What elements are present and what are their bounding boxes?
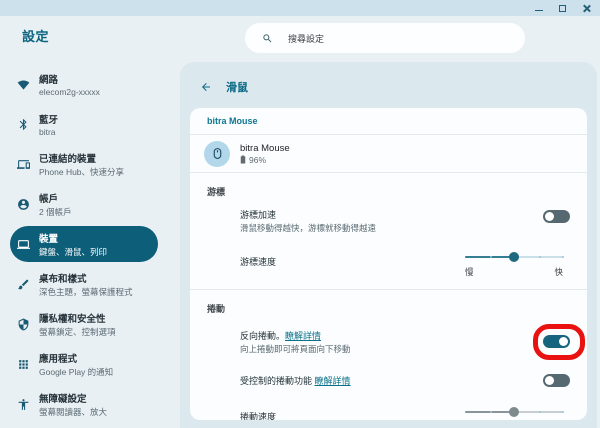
sidebar-item-personalization[interactable]: 桌布和樣式 深色主題，螢幕保護程式	[0, 264, 180, 304]
controlled-scrolling-toggle[interactable]	[543, 374, 570, 387]
sidebar-item-network[interactable]: 網路 elecom2g-xxxxx	[0, 64, 180, 104]
slider-label-fast: 快	[554, 267, 563, 277]
mouse-icon	[213, 148, 221, 159]
reverse-scrolling-row: 反向捲動。瞭解詳情 向上捲動即可將頁面向下移動	[190, 319, 587, 362]
battery-icon	[240, 155, 246, 164]
cursor-acceleration-toggle[interactable]	[543, 210, 570, 223]
sidebar-item-privacy[interactable]: 隱私權和安全性 螢幕鎖定、控制選項	[0, 304, 180, 344]
settings-window: 設定 搜尋設定 網路 elecom2g-xxxxx 藍牙 bitra 已連結的裝置 P…	[0, 0, 600, 428]
device-name: bitra Mouse	[240, 142, 290, 154]
minimize-button[interactable]	[533, 3, 544, 14]
cursor-acceleration-title: 游標加速	[240, 210, 277, 220]
toggle-knob	[559, 337, 568, 346]
sidebar-item-accounts[interactable]: 帳戶 2 個帳戶	[0, 184, 180, 224]
reverse-scrolling-title: 反向捲動。瞭解詳情	[240, 331, 322, 341]
search-bar[interactable]: 搜尋設定	[245, 23, 525, 53]
slider-label-slow: 慢	[465, 267, 474, 277]
sidebar-item-connected-devices[interactable]: 已連結的裝置 Phone Hub、快速分享	[0, 144, 180, 184]
reverse-scrolling-subtitle: 向上捲動即可將頁面向下移動	[240, 344, 351, 354]
controlled-scrolling-title: 受控制的捲動功能 瞭解詳情	[240, 376, 351, 386]
app-title: 設定	[22, 29, 50, 44]
devices-icon	[16, 157, 30, 171]
sidebar-item-accessibility[interactable]: 無障礙設定 螢幕閱讀器、放大	[0, 384, 180, 424]
scroll-speed-slider-block: 慢 快	[465, 406, 565, 420]
slider-thumb[interactable]	[509, 252, 519, 262]
bluetooth-icon	[16, 117, 30, 131]
sidebar-item-apps[interactable]: 應用程式 Google Play 的通知	[0, 344, 180, 384]
close-button[interactable]	[581, 3, 592, 14]
accessibility-icon	[16, 397, 30, 411]
page-header: 滑鼠	[200, 79, 248, 95]
learn-more-link[interactable]: 瞭解詳情	[315, 376, 351, 386]
content-pane: 滑鼠 bitra Mouse bitra Mouse 96% 游標 游標加速 滑…	[180, 62, 597, 428]
slider-tick	[538, 256, 541, 258]
cursor-speed-row: 游標速度 慢 快	[190, 241, 587, 283]
slider-tick	[538, 411, 541, 413]
section-label-cursor: 游標	[207, 187, 226, 197]
laptop-icon	[16, 237, 30, 251]
sidebar: 網路 elecom2g-xxxxx 藍牙 bitra 已連結的裝置 Phone Hub…	[0, 64, 180, 424]
search-placeholder: 搜尋設定	[288, 33, 325, 44]
device-row[interactable]: bitra Mouse 96%	[190, 135, 587, 172]
slider-tick	[489, 256, 492, 258]
slider-thumb[interactable]	[509, 407, 519, 417]
learn-more-link[interactable]: 瞭解詳情	[285, 331, 321, 341]
brush-icon	[16, 277, 30, 291]
cursor-speed-slider[interactable]	[465, 251, 565, 263]
account-icon	[16, 197, 30, 211]
search-icon	[263, 33, 272, 42]
wifi-icon	[16, 77, 30, 91]
sidebar-item-device[interactable]: 裝置 鍵盤、滑鼠、列印	[10, 226, 158, 262]
reverse-scrolling-toggle[interactable]	[543, 335, 570, 348]
section-label-scroll: 捲動	[207, 304, 226, 314]
back-arrow-icon[interactable]	[200, 81, 212, 93]
scroll-speed-slider[interactable]	[465, 406, 565, 418]
battery-percent: 96%	[249, 154, 267, 165]
cursor-acceleration-subtitle: 滑鼠移動得越快，游標就移動得越遠	[240, 223, 377, 233]
scroll-speed-row: 捲動速度 慢 快	[190, 394, 587, 420]
slider-tick	[489, 411, 492, 413]
cursor-speed-slider-block: 慢 快	[465, 251, 565, 278]
toggle-knob	[545, 212, 554, 221]
shield-icon	[16, 317, 30, 331]
controlled-scrolling-row: 受控制的捲動功能 瞭解詳情	[190, 362, 587, 394]
titlebar	[0, 0, 600, 16]
maximize-icon	[559, 4, 566, 12]
maximize-button[interactable]	[557, 3, 568, 14]
sidebar-item-bluetooth[interactable]: 藍牙 bitra	[0, 104, 180, 144]
apps-grid-icon	[16, 357, 30, 371]
toggle-knob	[545, 376, 554, 385]
slider-tick	[562, 411, 565, 413]
card-header: bitra Mouse	[207, 116, 258, 126]
page-title: 滑鼠	[226, 82, 248, 94]
mouse-settings-card: bitra Mouse bitra Mouse 96% 游標 游標加速 滑鼠移動…	[190, 108, 587, 420]
cursor-acceleration-row: 游標加速 滑鼠移動得越快，游標就移動得越遠	[190, 202, 587, 241]
close-icon	[582, 4, 591, 13]
slider-tick	[562, 256, 565, 258]
avatar	[204, 140, 230, 167]
minimize-icon	[534, 9, 543, 12]
